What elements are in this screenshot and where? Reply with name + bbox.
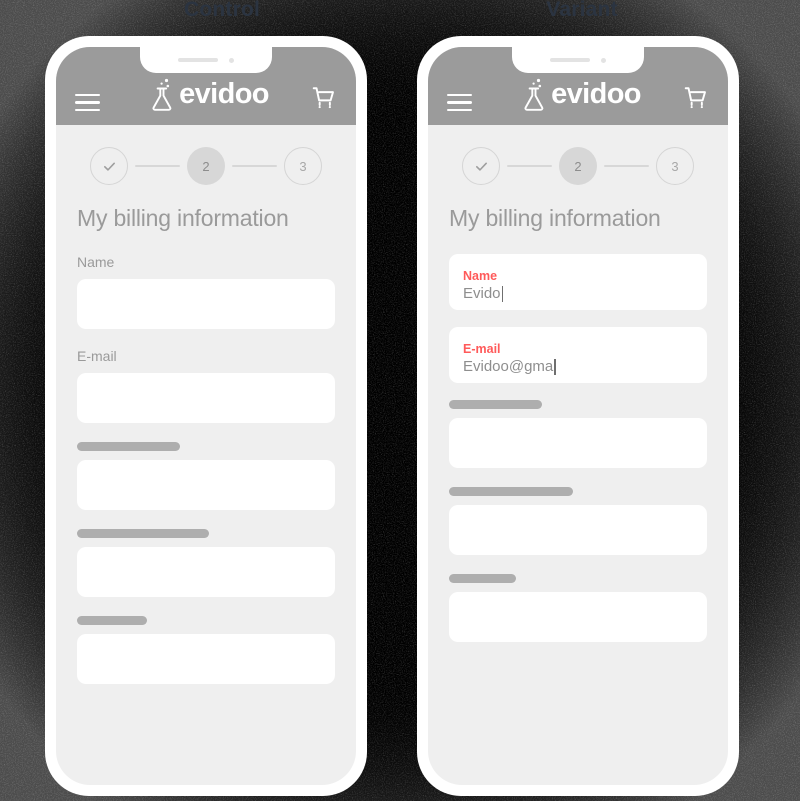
phone-screen-control: evidoo 2 3 My billing information Name E… [56, 47, 356, 785]
flask-icon [524, 78, 544, 111]
stepper-step-3[interactable]: 3 [284, 147, 322, 185]
name-input[interactable]: Name Evido [449, 254, 707, 310]
stepper-step-3[interactable]: 3 [656, 147, 694, 185]
field-email-control: E-mail [77, 348, 335, 423]
checkout-stepper-control: 2 3 [56, 125, 356, 191]
field-label-name: Name [77, 254, 115, 270]
skeleton-input-4[interactable] [77, 547, 335, 597]
notch-speaker-icon [550, 58, 590, 62]
skeleton-label-bar [449, 574, 517, 583]
stepper-step-1[interactable] [462, 147, 500, 185]
floating-label-name: Name [463, 268, 498, 283]
field-skeleton-3-control [77, 442, 335, 510]
email-input[interactable] [77, 373, 335, 423]
field-skeleton-5-variant [449, 574, 707, 642]
floating-label-email: E-mail [463, 341, 501, 356]
text-caret-icon [501, 286, 504, 303]
skeleton-label-bar [77, 529, 209, 538]
condition-label-control: Control [183, 0, 261, 21]
phone-mockup-control: evidoo 2 3 My billing information Name E… [45, 36, 367, 796]
stepper-connector-1 [135, 164, 180, 168]
brand-name: evidoo [551, 77, 641, 110]
field-skeleton-4-control [77, 529, 335, 597]
email-input-value: Evidoo@gma [463, 358, 554, 376]
field-label-email: E-mail [77, 348, 117, 364]
stepper-connector-2 [604, 164, 649, 168]
form-content-control: My billing information Name E-mail [56, 191, 356, 684]
check-icon [103, 162, 115, 171]
page-title: My billing information [449, 205, 661, 231]
skeleton-input-4[interactable] [449, 505, 707, 555]
skeleton-label-bar [77, 616, 147, 625]
stepper-step-2[interactable]: 2 [187, 147, 225, 185]
name-input-value-wrap: Evido [463, 284, 693, 304]
field-skeleton-4-variant [449, 487, 707, 555]
stepper-step-2[interactable]: 2 [559, 147, 597, 185]
skeleton-input-3[interactable] [77, 460, 335, 510]
skeleton-label-bar [77, 442, 181, 451]
email-input-value-wrap: Evidoo@gma [463, 357, 693, 377]
notch-camera-icon [229, 57, 234, 63]
shopping-cart-icon[interactable] [683, 85, 709, 111]
stepper-connector-1 [507, 164, 552, 168]
field-name-variant: Name Evido [449, 254, 707, 310]
condition-label-variant: Variant [546, 0, 618, 21]
shopping-cart-icon[interactable] [311, 85, 337, 111]
skeleton-input-3[interactable] [449, 418, 707, 468]
field-skeleton-5-control [77, 616, 335, 684]
phone-notch [140, 47, 272, 73]
name-input[interactable] [77, 279, 335, 329]
phone-notch [512, 47, 644, 73]
brand-logo[interactable]: evidoo [520, 77, 642, 111]
stepper-step-1[interactable] [90, 147, 128, 185]
notch-speaker-icon [178, 58, 218, 62]
phone-screen-variant: evidoo 2 3 My billing information Name E… [428, 47, 728, 785]
notch-camera-icon [601, 57, 606, 63]
hamburger-menu-icon[interactable] [447, 94, 472, 111]
page-title: My billing information [77, 205, 289, 231]
checkout-stepper-variant: 2 3 [428, 125, 728, 191]
field-name-control: Name [77, 254, 335, 329]
form-content-variant: My billing information Name Evido E-mail [428, 191, 728, 642]
field-skeleton-3-variant [449, 400, 707, 468]
field-email-variant: E-mail Evidoo@gma [449, 327, 707, 383]
email-input[interactable]: E-mail Evidoo@gma [449, 327, 707, 383]
brand-logo[interactable]: evidoo [148, 77, 270, 111]
flask-icon [152, 78, 172, 111]
skeleton-label-bar [449, 487, 573, 496]
hamburger-menu-icon[interactable] [75, 94, 100, 111]
skeleton-label-bar [449, 400, 542, 409]
phone-mockup-variant: evidoo 2 3 My billing information Name E… [417, 36, 739, 796]
comparison-stage: Control Variant evidoo 2 3 My billing in… [0, 0, 800, 801]
check-icon [475, 162, 487, 171]
stepper-connector-2 [232, 164, 277, 168]
skeleton-input-5[interactable] [449, 592, 707, 642]
skeleton-input-5[interactable] [77, 634, 335, 684]
brand-name: evidoo [179, 77, 269, 110]
text-caret-icon [554, 359, 556, 376]
name-input-value: Evido [463, 285, 501, 303]
